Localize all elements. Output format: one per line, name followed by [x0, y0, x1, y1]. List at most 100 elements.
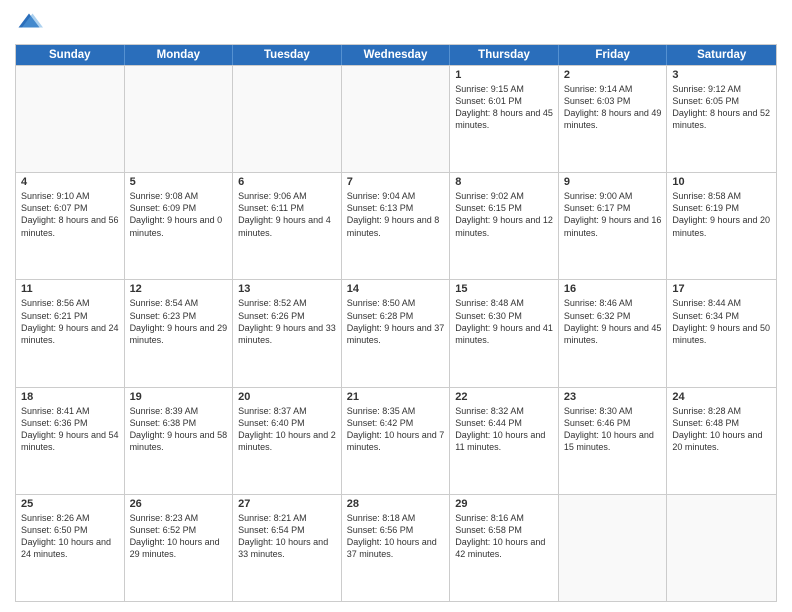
day-info: Sunrise: 8:50 AM Sunset: 6:28 PM Dayligh… — [347, 297, 445, 346]
logo — [15, 10, 47, 38]
header — [15, 10, 777, 38]
day-number: 21 — [347, 391, 445, 403]
day-info: Sunrise: 8:48 AM Sunset: 6:30 PM Dayligh… — [455, 297, 553, 346]
day-info: Sunrise: 8:26 AM Sunset: 6:50 PM Dayligh… — [21, 512, 119, 561]
cal-day-8: 8 Sunrise: 9:02 AM Sunset: 6:15 PM Daylig… — [450, 173, 559, 279]
day-number: 25 — [21, 498, 119, 510]
day-number: 16 — [564, 283, 662, 295]
day-info: Sunrise: 9:00 AM Sunset: 6:17 PM Dayligh… — [564, 190, 662, 239]
day-info: Sunrise: 9:12 AM Sunset: 6:05 PM Dayligh… — [672, 83, 771, 132]
cal-day-15: 15 Sunrise: 8:48 AM Sunset: 6:30 PM Dayli… — [450, 280, 559, 386]
day-info: Sunrise: 9:02 AM Sunset: 6:15 PM Dayligh… — [455, 190, 553, 239]
day-number: 4 — [21, 176, 119, 188]
cal-day-4: 4 Sunrise: 9:10 AM Sunset: 6:07 PM Daylig… — [16, 173, 125, 279]
day-number: 8 — [455, 176, 553, 188]
weekday-header-saturday: Saturday — [667, 45, 776, 65]
cal-empty — [667, 495, 776, 601]
day-number: 6 — [238, 176, 336, 188]
cal-day-21: 21 Sunrise: 8:35 AM Sunset: 6:42 PM Dayli… — [342, 388, 451, 494]
day-info: Sunrise: 8:21 AM Sunset: 6:54 PM Dayligh… — [238, 512, 336, 561]
cal-day-16: 16 Sunrise: 8:46 AM Sunset: 6:32 PM Dayli… — [559, 280, 668, 386]
cal-day-26: 26Sunrise: 8:23 AM Sunset: 6:52 PM Dayli… — [125, 495, 234, 601]
day-info: Sunrise: 8:44 AM Sunset: 6:34 PM Dayligh… — [672, 297, 771, 346]
day-info: Sunrise: 9:14 AM Sunset: 6:03 PM Dayligh… — [564, 83, 662, 132]
cal-day-20: 20 Sunrise: 8:37 AM Sunset: 6:40 PM Dayli… — [233, 388, 342, 494]
day-info: Sunrise: 9:08 AM Sunset: 6:09 PM Dayligh… — [130, 190, 228, 239]
cal-day-1: 1 Sunrise: 9:15 AM Sunset: 6:01 PM Daylig… — [450, 66, 559, 172]
day-number: 7 — [347, 176, 445, 188]
day-number: 28 — [347, 498, 445, 510]
day-info: Sunrise: 8:58 AM Sunset: 6:19 PM Dayligh… — [672, 190, 771, 239]
day-number: 3 — [672, 69, 771, 81]
day-number: 20 — [238, 391, 336, 403]
weekday-header-sunday: Sunday — [16, 45, 125, 65]
cal-day-9: 9 Sunrise: 9:00 AM Sunset: 6:17 PM Daylig… — [559, 173, 668, 279]
day-info: Sunrise: 9:06 AM Sunset: 6:11 PM Dayligh… — [238, 190, 336, 239]
day-info: Sunrise: 8:16 AM Sunset: 6:58 PM Dayligh… — [455, 512, 553, 561]
cal-day-19: 19 Sunrise: 8:39 AM Sunset: 6:38 PM Dayli… — [125, 388, 234, 494]
cal-empty — [125, 66, 234, 172]
day-number: 22 — [455, 391, 553, 403]
day-info: Sunrise: 8:28 AM Sunset: 6:48 PM Dayligh… — [672, 405, 771, 454]
day-number: 14 — [347, 283, 445, 295]
cal-day-24: 24 Sunrise: 8:28 AM Sunset: 6:48 PM Dayli… — [667, 388, 776, 494]
weekday-header-thursday: Thursday — [450, 45, 559, 65]
cal-week-2: 11Sunrise: 8:56 AM Sunset: 6:21 PM Dayli… — [16, 279, 776, 386]
cal-day-23: 23 Sunrise: 8:30 AM Sunset: 6:46 PM Dayli… — [559, 388, 668, 494]
cal-day-7: 7 Sunrise: 9:04 AM Sunset: 6:13 PM Daylig… — [342, 173, 451, 279]
day-number: 15 — [455, 283, 553, 295]
day-number: 27 — [238, 498, 336, 510]
day-info: Sunrise: 9:04 AM Sunset: 6:13 PM Dayligh… — [347, 190, 445, 239]
day-number: 11 — [21, 283, 119, 295]
cal-week-1: 4 Sunrise: 9:10 AM Sunset: 6:07 PM Daylig… — [16, 172, 776, 279]
logo-icon — [15, 10, 43, 38]
day-info: Sunrise: 8:52 AM Sunset: 6:26 PM Dayligh… — [238, 297, 336, 346]
cal-day-27: 27 Sunrise: 8:21 AM Sunset: 6:54 PM Dayli… — [233, 495, 342, 601]
day-info: Sunrise: 8:37 AM Sunset: 6:40 PM Dayligh… — [238, 405, 336, 454]
cal-day-18: 18Sunrise: 8:41 AM Sunset: 6:36 PM Dayli… — [16, 388, 125, 494]
day-number: 9 — [564, 176, 662, 188]
cal-day-29: 29 Sunrise: 8:16 AM Sunset: 6:58 PM Dayli… — [450, 495, 559, 601]
calendar-header: SundayMondayTuesdayWednesdayThursdayFrid… — [16, 45, 776, 65]
calendar: SundayMondayTuesdayWednesdayThursdayFrid… — [15, 44, 777, 602]
weekday-header-wednesday: Wednesday — [342, 45, 451, 65]
cal-empty — [559, 495, 668, 601]
day-info: Sunrise: 9:15 AM Sunset: 6:01 PM Dayligh… — [455, 83, 553, 132]
day-number: 19 — [130, 391, 228, 403]
day-number: 13 — [238, 283, 336, 295]
day-number: 10 — [672, 176, 771, 188]
cal-day-12: 12Sunrise: 8:54 AM Sunset: 6:23 PM Dayli… — [125, 280, 234, 386]
cal-empty — [233, 66, 342, 172]
day-number: 17 — [672, 283, 771, 295]
cal-day-11: 11Sunrise: 8:56 AM Sunset: 6:21 PM Dayli… — [16, 280, 125, 386]
page: SundayMondayTuesdayWednesdayThursdayFrid… — [0, 0, 792, 612]
day-info: Sunrise: 8:46 AM Sunset: 6:32 PM Dayligh… — [564, 297, 662, 346]
day-info: Sunrise: 8:18 AM Sunset: 6:56 PM Dayligh… — [347, 512, 445, 561]
cal-day-25: 25 Sunrise: 8:26 AM Sunset: 6:50 PM Dayli… — [16, 495, 125, 601]
day-info: Sunrise: 8:32 AM Sunset: 6:44 PM Dayligh… — [455, 405, 553, 454]
day-number: 24 — [672, 391, 771, 403]
cal-day-5: 5 Sunrise: 9:08 AM Sunset: 6:09 PM Daylig… — [125, 173, 234, 279]
cal-day-14: 14 Sunrise: 8:50 AM Sunset: 6:28 PM Dayli… — [342, 280, 451, 386]
day-number: 23 — [564, 391, 662, 403]
cal-week-3: 18Sunrise: 8:41 AM Sunset: 6:36 PM Dayli… — [16, 387, 776, 494]
cal-day-28: 28 Sunrise: 8:18 AM Sunset: 6:56 PM Dayli… — [342, 495, 451, 601]
calendar-body: 1 Sunrise: 9:15 AM Sunset: 6:01 PM Daylig… — [16, 65, 776, 601]
day-info: Sunrise: 8:35 AM Sunset: 6:42 PM Dayligh… — [347, 405, 445, 454]
weekday-header-monday: Monday — [125, 45, 234, 65]
cal-empty — [342, 66, 451, 172]
day-number: 1 — [455, 69, 553, 81]
day-info: Sunrise: 8:39 AM Sunset: 6:38 PM Dayligh… — [130, 405, 228, 454]
cal-week-4: 25 Sunrise: 8:26 AM Sunset: 6:50 PM Dayli… — [16, 494, 776, 601]
day-number: 18 — [21, 391, 119, 403]
cal-empty — [16, 66, 125, 172]
day-info: Sunrise: 8:54 AM Sunset: 6:23 PM Dayligh… — [130, 297, 228, 346]
day-info: Sunrise: 8:30 AM Sunset: 6:46 PM Dayligh… — [564, 405, 662, 454]
day-info: Sunrise: 9:10 AM Sunset: 6:07 PM Dayligh… — [21, 190, 119, 239]
cal-day-3: 3 Sunrise: 9:12 AM Sunset: 6:05 PM Daylig… — [667, 66, 776, 172]
day-number: 29 — [455, 498, 553, 510]
cal-day-6: 6 Sunrise: 9:06 AM Sunset: 6:11 PM Daylig… — [233, 173, 342, 279]
day-number: 5 — [130, 176, 228, 188]
cal-day-10: 10 Sunrise: 8:58 AM Sunset: 6:19 PM Dayli… — [667, 173, 776, 279]
cal-week-0: 1 Sunrise: 9:15 AM Sunset: 6:01 PM Daylig… — [16, 65, 776, 172]
